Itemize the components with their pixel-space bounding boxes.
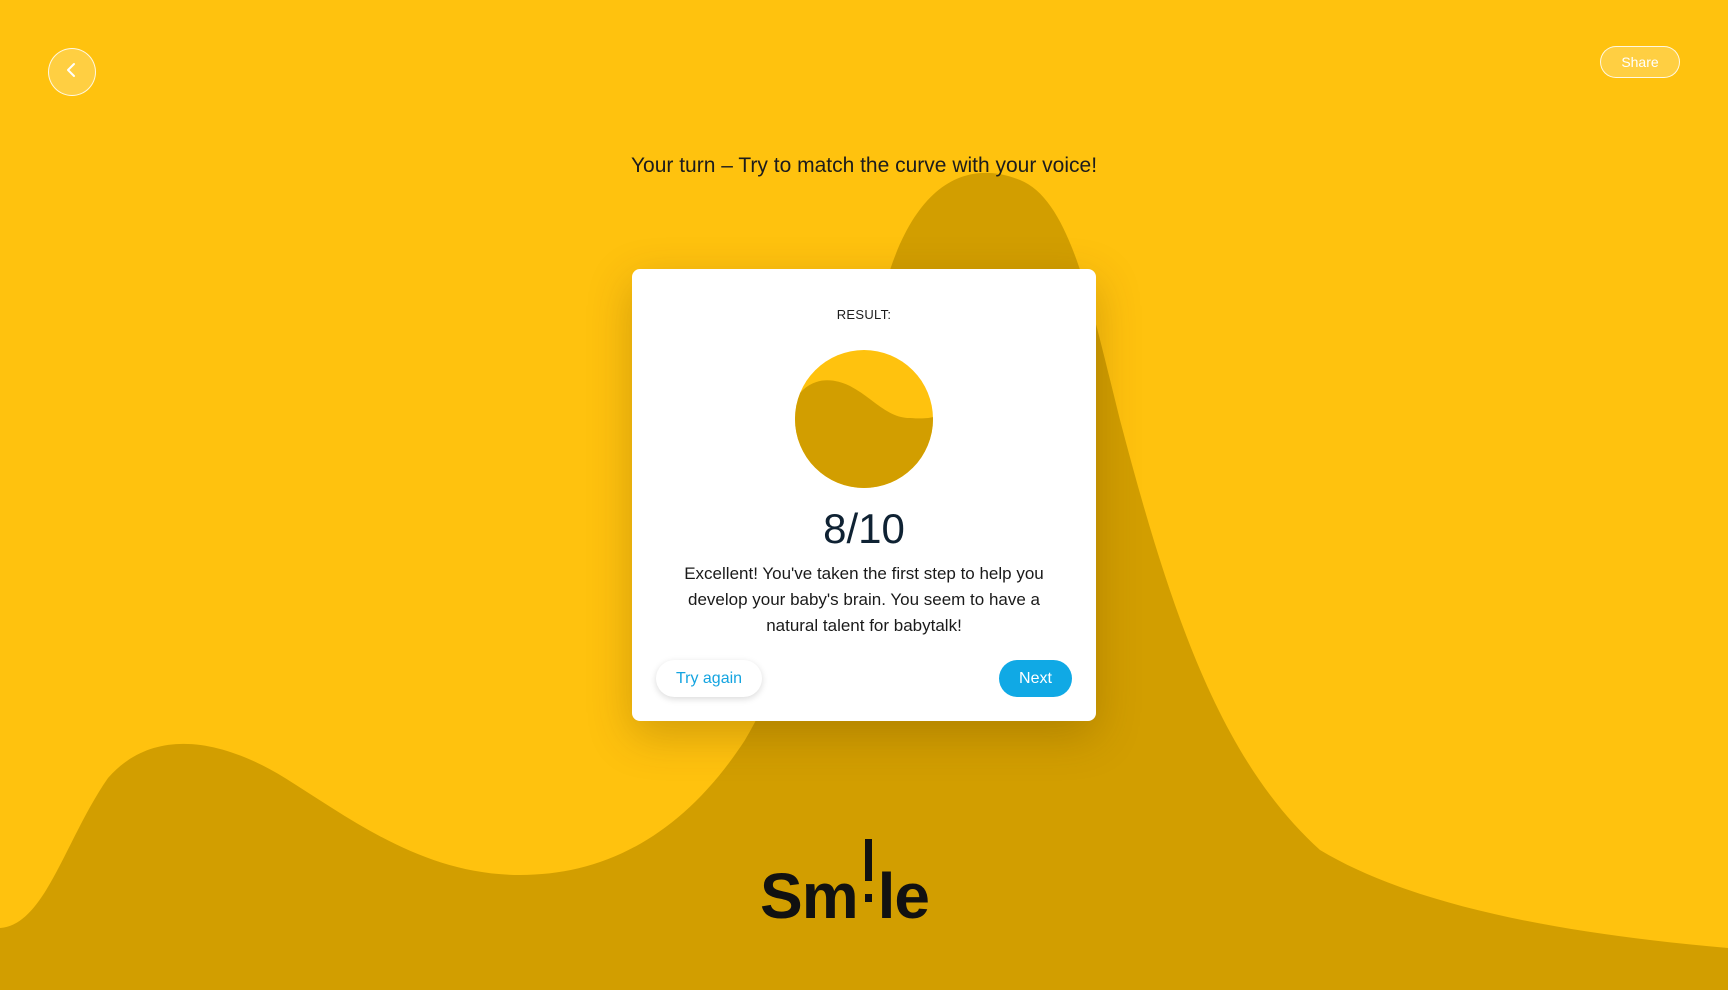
chevron-left-icon (63, 61, 81, 84)
logo-exclamation-mark (858, 839, 878, 918)
page-instruction: Your turn – Try to match the curve with … (630, 154, 1098, 177)
logo-text-end: le (877, 860, 930, 932)
back-button[interactable] (48, 48, 96, 96)
try-again-button[interactable]: Try again (656, 660, 762, 697)
wave-badge-icon (795, 350, 933, 488)
share-button[interactable]: Share (1600, 46, 1680, 78)
result-label: RESULT: (836, 307, 892, 322)
logo-text-start: Sm (760, 860, 859, 932)
result-card: RESULT: 8/10 Excellent! You've taken the… (632, 269, 1096, 721)
score-value: 8/10 (823, 505, 905, 552)
smile-logo: Sm le (760, 839, 980, 938)
result-message: Excellent! You've taken the first step t… (684, 564, 1044, 635)
next-button[interactable]: Next (999, 660, 1072, 697)
